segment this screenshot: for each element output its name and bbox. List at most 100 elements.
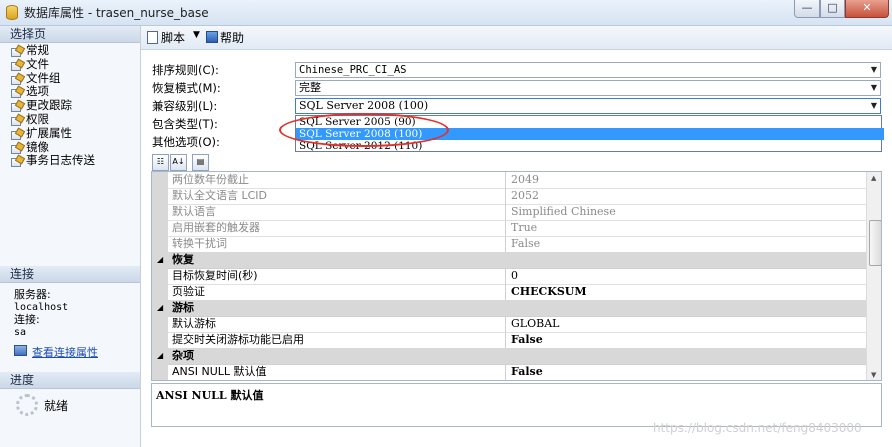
page-icon (11, 46, 22, 57)
page-item[interactable]: 权限 (10, 111, 138, 127)
database-icon (6, 5, 18, 20)
property-value[interactable]: False (511, 236, 540, 251)
category-name: 游标 (172, 301, 194, 314)
categorized-view-button[interactable]: ☷ (152, 154, 169, 171)
connection-info: 服务器: localhost 连接: sa (14, 288, 138, 339)
property-row[interactable]: 两位数年份截止 2049 (152, 172, 866, 189)
page-item-label: 选项 (26, 84, 49, 99)
column-divider (505, 268, 506, 284)
page-item-label: 权限 (26, 111, 49, 126)
other-options-label: 其他选项(O): (152, 135, 220, 149)
property-row[interactable]: 目标恢复时间(秒) 0 (152, 268, 866, 285)
containment-type-label: 包含类型(T): (152, 117, 218, 131)
page-item[interactable]: 文件 (10, 56, 138, 72)
property-value[interactable]: CHECKSUM (511, 284, 587, 299)
page-item[interactable]: 选项 (10, 84, 138, 99)
property-row[interactable]: 默认游标 GLOBAL (152, 316, 866, 333)
column-divider (505, 316, 506, 332)
property-name: 两位数年份截止 (172, 173, 249, 186)
row-gutter (152, 236, 168, 252)
compatibility-level-select[interactable]: SQL Server 2008 (100) ▼ (295, 98, 881, 114)
maximize-button[interactable]: □ (820, 0, 845, 18)
property-value[interactable]: True (511, 220, 537, 235)
minimize-button[interactable]: — (794, 0, 820, 18)
collapse-icon[interactable]: ◢ (157, 348, 163, 363)
property-row[interactable]: 默认全文语言 LCID 2052 (152, 188, 866, 205)
page-item-label: 常规 (26, 43, 49, 57)
script-dropdown-arrow-icon[interactable]: ▼ (193, 30, 200, 40)
scrollbar-thumb[interactable] (869, 220, 881, 266)
page-item[interactable]: 镜像 (10, 139, 138, 155)
recovery-model-select[interactable]: 完整 ▼ (295, 80, 881, 96)
chevron-down-icon: ▼ (870, 65, 877, 74)
page-item[interactable]: 文件组 (10, 71, 138, 86)
page-item-label: 镜像 (26, 139, 49, 154)
scroll-down-icon[interactable]: ▼ (871, 371, 876, 379)
description-text: ANSI NULL 默认值 (156, 389, 264, 402)
collation-select[interactable]: Chinese_PRC_CI_AS ▼ (295, 62, 881, 78)
property-name: 页验证 (172, 285, 205, 298)
script-button[interactable]: 脚本 (161, 29, 185, 46)
scroll-up-icon[interactable]: ▲ (871, 174, 876, 182)
page-icon (11, 129, 22, 140)
column-divider (505, 380, 506, 381)
view-connection-properties-link[interactable]: 查看连接属性 (14, 344, 98, 360)
column-divider (505, 204, 506, 220)
page-item[interactable]: 更改跟踪 (10, 98, 138, 113)
row-gutter (152, 380, 168, 381)
column-divider (505, 236, 506, 252)
server-label: 服务器: (14, 288, 51, 301)
page-item[interactable]: 扩展属性 (10, 126, 138, 141)
property-row[interactable]: ANSI NULL 默认值 False (152, 364, 866, 380)
alphabetical-sort-button[interactable]: A↓ (170, 154, 187, 171)
row-gutter (152, 364, 168, 380)
progress-header: 进度 (0, 372, 140, 389)
row-gutter (152, 332, 168, 348)
page-item-label: 文件 (26, 56, 49, 71)
collation-label: 排序规则(C): (152, 63, 219, 77)
property-value[interactable]: Simplified Chinese (511, 204, 616, 219)
property-value[interactable]: 0 (511, 268, 518, 283)
property-name: 默认语言 (172, 205, 216, 218)
window-title: 数据库属性 - trasen_nurse_base (24, 6, 209, 20)
property-row[interactable]: 页验证 CHECKSUM (152, 284, 866, 301)
script-icon (147, 31, 158, 44)
page-item[interactable]: 常规 (10, 43, 138, 58)
collapse-icon[interactable]: ◢ (157, 252, 163, 267)
connection-header: 连接 (0, 266, 140, 283)
grid-toolbar: ☷ A↓ ▤ (152, 154, 212, 171)
property-value[interactable]: False (511, 380, 540, 381)
property-value[interactable]: False (511, 332, 543, 347)
property-value[interactable]: False (511, 364, 543, 379)
column-divider (505, 284, 506, 300)
collapse-icon[interactable]: ◢ (157, 300, 163, 315)
row-gutter (152, 220, 168, 236)
page-icon (11, 156, 22, 168)
property-value[interactable]: GLOBAL (511, 316, 559, 331)
property-row[interactable]: 提交时关闭游标功能已启用 False (152, 332, 866, 349)
chevron-down-icon: ▼ (870, 83, 877, 92)
row-gutter (152, 316, 168, 332)
page-item[interactable]: 事务日志传送 (10, 153, 138, 168)
property-grid-scrollbar[interactable]: ▲ ▼ (866, 172, 881, 380)
watermark: https://blog.csdn.net/feng8403000 (653, 421, 862, 435)
category-name: 恢复 (172, 253, 194, 266)
property-value[interactable]: 2049 (511, 172, 539, 187)
property-pages-button[interactable]: ▤ (192, 154, 209, 171)
property-category[interactable]: ◢ 游标 (152, 300, 866, 317)
property-category[interactable]: ◢ 恢复 (152, 252, 866, 269)
property-category[interactable]: ◢ 杂项 (152, 348, 866, 365)
row-gutter (152, 284, 168, 300)
help-button[interactable]: 帮助 (220, 29, 244, 46)
progress-spinner-icon (16, 394, 38, 416)
property-row[interactable]: 默认语言 Simplified Chinese (152, 204, 866, 221)
connection-value: sa (14, 326, 27, 338)
property-value[interactable]: 2052 (511, 188, 539, 203)
property-row[interactable]: 启用嵌套的触发器 True (152, 220, 866, 237)
property-row[interactable]: ANSI NULLS 已启用 False (152, 380, 866, 381)
property-row[interactable]: 转换干扰词 False (152, 236, 866, 253)
page-item-label: 事务日志传送 (26, 153, 95, 168)
property-name: 默认全文语言 LCID (172, 189, 268, 202)
close-button[interactable]: ✕ (845, 0, 889, 18)
property-name: ANSI NULLS 已启用 (172, 380, 274, 381)
